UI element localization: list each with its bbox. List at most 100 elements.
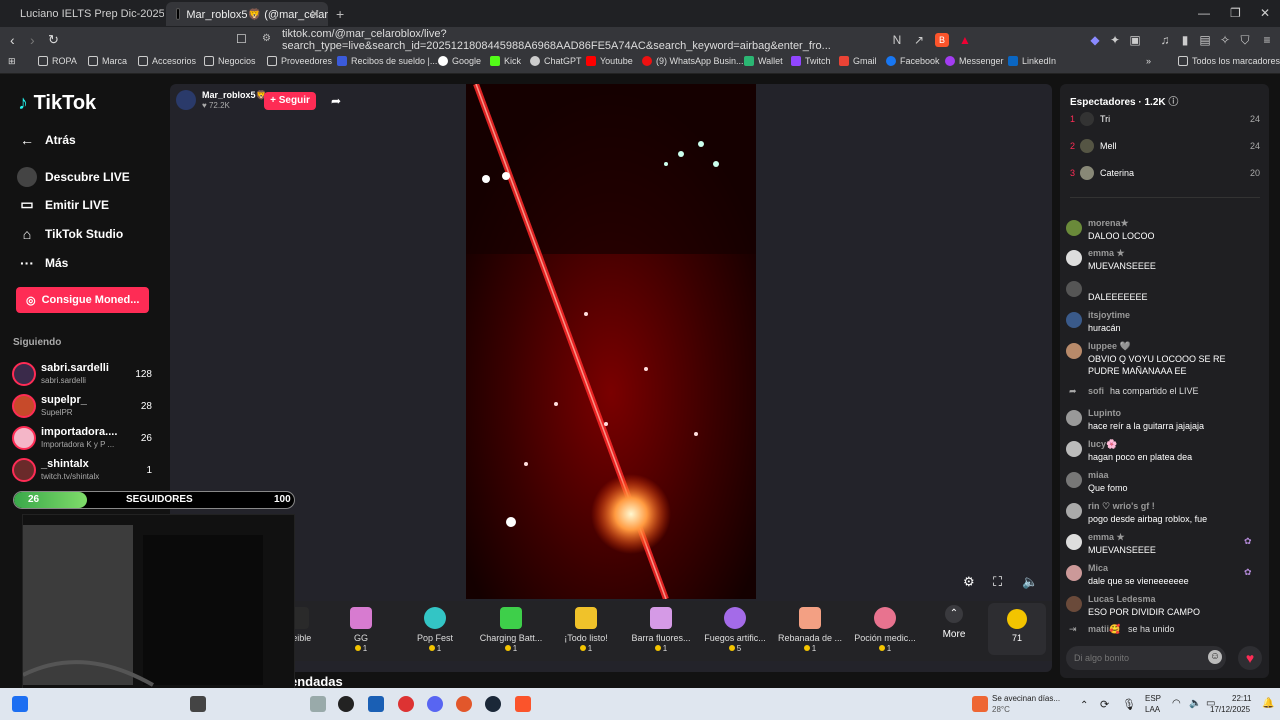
notification-icon[interactable]: 🔔 <box>1262 698 1274 709</box>
settings-icon[interactable]: ⚙ <box>963 574 975 590</box>
brave-icon[interactable] <box>515 696 531 712</box>
bookmark-item[interactable]: ROPA <box>38 56 77 66</box>
bookmark-item[interactable]: Messenger <box>945 56 1004 66</box>
vpn-icon[interactable]: ⛉ <box>1238 33 1252 47</box>
bookmark-item[interactable]: Gmail <box>839 56 877 66</box>
microphone-icon[interactable]: 🎙 <box>1122 698 1136 711</box>
close-window-icon[interactable]: ✕ <box>1260 6 1270 20</box>
gift-item[interactable]: Poción medic... 1 <box>849 607 921 653</box>
brave-rewards-icon[interactable]: ▲ <box>958 33 972 47</box>
minimize-icon[interactable]: — <box>1198 6 1210 20</box>
top-viewer[interactable]: 2 Mell 24 <box>1070 139 1260 153</box>
url-bar[interactable]: ⚙ tiktok.com/@mar_celaroblox/live?search… <box>256 28 976 52</box>
tab-docs[interactable]: Luciano IELTS Prep Dic-2025 - Docu <box>4 2 164 26</box>
gift-item[interactable]: GG 1 <box>325 607 397 653</box>
following-item[interactable]: _shintalx twitch.tv/shintalx 1 <box>12 456 157 486</box>
leo-ai-icon[interactable]: ✧ <box>1218 33 1232 47</box>
top-viewer[interactable]: 3 Caterina 20 <box>1070 166 1260 180</box>
follow-button[interactable]: + Seguir <box>264 92 316 110</box>
site-info-icon[interactable]: ⚙ <box>262 33 271 44</box>
share-stream-icon[interactable]: ➦ <box>331 94 341 108</box>
coin-balance[interactable]: 71 <box>988 603 1046 655</box>
wifi-icon[interactable]: ◠ <box>1172 698 1181 709</box>
forward-icon[interactable]: › <box>30 32 35 48</box>
keyboard-layout[interactable]: LAA <box>1145 705 1160 714</box>
brave-shield-icon[interactable]: B <box>935 33 949 47</box>
task-view-icon[interactable] <box>190 696 206 712</box>
nav-tiktok-studio[interactable]: ⌂ TikTok Studio <box>17 226 123 242</box>
sidebar-icon[interactable]: ▮ <box>1178 33 1192 47</box>
reload-icon[interactable]: ↻ <box>48 32 59 48</box>
sync-icon[interactable]: ⟳ <box>1100 698 1109 711</box>
nav-go-live[interactable]: ▭ Emitir LIVE <box>17 196 109 213</box>
store-icon[interactable] <box>368 696 384 712</box>
wallet-icon[interactable]: ▤ <box>1198 33 1212 47</box>
get-coins-button[interactable]: ◎ Consigue Moned... <box>16 287 149 313</box>
maximize-icon[interactable]: ❐ <box>1230 6 1241 20</box>
bookmark-item[interactable]: Facebook <box>886 56 940 66</box>
chat-input[interactable] <box>1074 650 1192 666</box>
volume-icon[interactable]: 🔈 <box>1022 574 1038 590</box>
obs-icon[interactable] <box>338 696 354 712</box>
more-gifts-button[interactable]: ⌃ More <box>936 605 972 640</box>
share-icon[interactable]: ↗ <box>912 33 926 47</box>
bookmark-item[interactable]: ChatGPT <box>530 56 582 66</box>
bookmark-item[interactable]: LinkedIn <box>1008 56 1056 66</box>
language-code[interactable]: ESP <box>1145 694 1161 703</box>
extension-icon[interactable]: ◆ <box>1088 33 1102 47</box>
steam-icon[interactable] <box>485 696 501 712</box>
app-icon[interactable] <box>398 696 414 712</box>
top-viewer[interactable]: 1 Tri 24 <box>1070 112 1260 126</box>
puzzle-icon[interactable]: ✦ <box>1108 33 1122 47</box>
start-icon[interactable] <box>12 696 28 712</box>
all-bookmarks[interactable]: Todos los marcadores <box>1178 56 1280 66</box>
bookmark-item[interactable]: Kick <box>490 56 521 66</box>
gift-item[interactable]: Charging Batt... 1 <box>475 607 547 653</box>
following-item[interactable]: supelpr_ SupelPR 28 <box>12 392 157 422</box>
weather-text[interactable]: Se avecinan días... <box>992 694 1060 703</box>
bookmark-item[interactable]: (9) WhatsApp Busin... <box>642 56 744 66</box>
gift-item[interactable]: Fuegos artific... 5 <box>699 607 771 653</box>
gift-item[interactable]: Pop Fest 1 <box>399 607 471 653</box>
more-bookmarks-icon[interactable]: » <box>1146 56 1151 66</box>
apps-icon[interactable]: ⊞ <box>8 56 16 67</box>
bookmark-item[interactable]: Google <box>438 56 481 66</box>
gift-item[interactable]: Rebanada de ... 1 <box>774 607 846 653</box>
gift-item[interactable]: Barra fluores... 1 <box>625 607 697 653</box>
menu-icon[interactable]: ≡ <box>1260 33 1274 47</box>
like-heart-button[interactable]: ♥ <box>1238 646 1262 670</box>
bookmark-item[interactable]: Wallet <box>744 56 783 66</box>
bookmark-item[interactable]: Marca <box>88 56 127 66</box>
nav-discover-live[interactable]: Descubre LIVE <box>17 167 130 187</box>
new-tab-icon[interactable]: + <box>336 6 344 22</box>
bookmark-item[interactable]: Negocios <box>204 56 256 66</box>
fullscreen-icon[interactable]: ⛶ <box>993 574 1002 590</box>
nav-back[interactable]: ← Atrás <box>17 132 76 148</box>
screenshot-icon[interactable]: ▣ <box>1128 33 1142 47</box>
media-icon[interactable]: ♫ <box>1158 33 1172 47</box>
following-item[interactable]: importadora.... Importadora K y P ... 26 <box>12 424 157 454</box>
gift-item[interactable]: ¡Todo listo! 1 <box>550 607 622 653</box>
calculator-icon[interactable] <box>310 696 326 712</box>
back-icon[interactable]: ‹ <box>10 32 15 48</box>
bookmark-item[interactable]: Accesorios <box>138 56 196 66</box>
nav-more[interactable]: ··· Más <box>17 255 68 271</box>
translate-icon[interactable]: N <box>890 33 904 47</box>
chevron-up-icon[interactable]: ⌃ <box>1080 700 1088 711</box>
live-video[interactable] <box>466 84 756 599</box>
bookmark-item[interactable]: Recibos de sueldo |... <box>337 56 437 66</box>
discord-icon[interactable] <box>427 696 443 712</box>
emoji-icon[interactable]: ☺ <box>1208 650 1222 664</box>
bookmark-item[interactable]: Proveedores <box>267 56 332 66</box>
clock-date[interactable]: 17/12/2025 <box>1210 705 1250 714</box>
close-tab-icon[interactable]: ✕ <box>310 7 320 21</box>
bookmark-item[interactable]: Youtube <box>586 56 633 66</box>
firefox-icon[interactable] <box>456 696 472 712</box>
speaker-icon[interactable]: 🔈 <box>1189 698 1201 709</box>
clock-time[interactable]: 22:11 <box>1232 694 1251 703</box>
tiktok-logo[interactable]: ♪ TikTok <box>18 92 96 115</box>
chat-input-box[interactable]: ☺ <box>1066 646 1226 670</box>
bookmark-item[interactable]: Twitch <box>791 56 831 66</box>
tab-tiktok[interactable]: Mar_roblox5🦁 (@mar_celar ✕ <box>166 2 328 26</box>
following-item[interactable]: sabri.sardelli sabri.sardelli 128 <box>12 360 157 390</box>
